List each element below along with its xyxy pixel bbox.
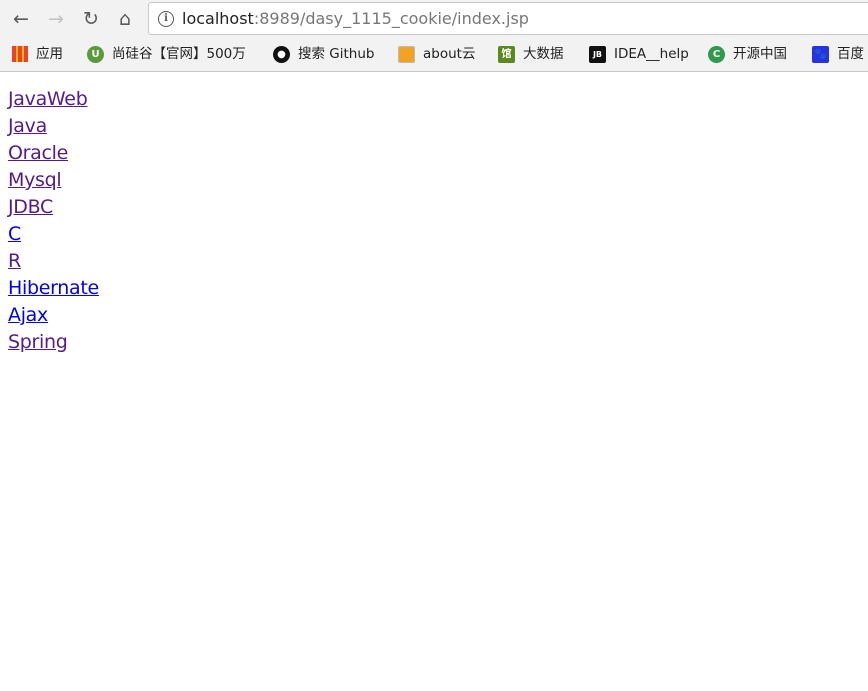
atguigu-icon: U xyxy=(87,45,104,63)
bookmark-oschina[interactable]: C 开源中国 xyxy=(708,44,787,64)
bookmark-idea-help[interactable]: JB IDEA__help xyxy=(589,44,689,64)
link-javaweb[interactable]: JavaWeb xyxy=(8,86,99,113)
address-bar[interactable]: i localhost:8989/dasy_1115_cookie/index.… xyxy=(148,2,868,35)
jetbrains-icon: JB xyxy=(589,45,606,63)
link-c[interactable]: C xyxy=(8,221,99,248)
arrow-right-icon: → xyxy=(48,8,64,30)
bookmarks-bar: 应用 U 尚硅谷【官网】500万 ● 搜索 Github about云 馆大数据 J… xyxy=(0,37,868,72)
arrow-left-icon: ← xyxy=(13,8,29,30)
back-button[interactable]: ← xyxy=(8,6,34,32)
link-spring[interactable]: Spring xyxy=(8,329,99,356)
bookmark-baidu[interactable]: 🐾 百度 xyxy=(812,44,864,64)
link-list: JavaWeb Java Oracle Mysql JDBC C R Hiber… xyxy=(8,86,99,356)
baidu-icon: 🐾 xyxy=(812,45,829,63)
oschina-icon: C xyxy=(708,45,725,63)
github-icon: ● xyxy=(273,45,290,63)
link-hibernate[interactable]: Hibernate xyxy=(8,275,99,302)
home-button[interactable]: ⌂ xyxy=(112,6,138,32)
reload-icon: ↻ xyxy=(83,8,99,30)
bookmark-github[interactable]: ● 搜索 Github xyxy=(273,44,374,64)
guan-icon: 馆 xyxy=(498,45,515,63)
bookmark-bigdata[interactable]: 馆大数据 xyxy=(498,44,564,64)
link-ajax[interactable]: Ajax xyxy=(8,302,99,329)
link-r[interactable]: R xyxy=(8,248,99,275)
link-oracle[interactable]: Oracle xyxy=(8,140,99,167)
link-mysql[interactable]: Mysql xyxy=(8,167,99,194)
link-java[interactable]: Java xyxy=(8,113,99,140)
apps-grid-icon xyxy=(12,46,28,62)
url-text[interactable]: localhost:8989/dasy_1115_cookie/index.js… xyxy=(182,9,529,28)
about-cloud-icon xyxy=(398,45,415,63)
home-icon: ⌂ xyxy=(118,8,132,30)
browser-toolbar: ← → ↻ ⌂ i localhost:8989/dasy_1115_cooki… xyxy=(0,0,868,37)
reload-button[interactable]: ↻ xyxy=(78,6,104,32)
link-jdbc[interactable]: JDBC xyxy=(8,194,99,221)
bookmark-about-cloud[interactable]: about云 xyxy=(398,44,475,64)
forward-button[interactable]: → xyxy=(43,6,69,32)
info-icon[interactable]: i xyxy=(158,11,174,27)
bookmark-apps[interactable]: 应用 xyxy=(12,44,63,64)
bookmark-atguigu[interactable]: U 尚硅谷【官网】500万 xyxy=(87,44,246,64)
